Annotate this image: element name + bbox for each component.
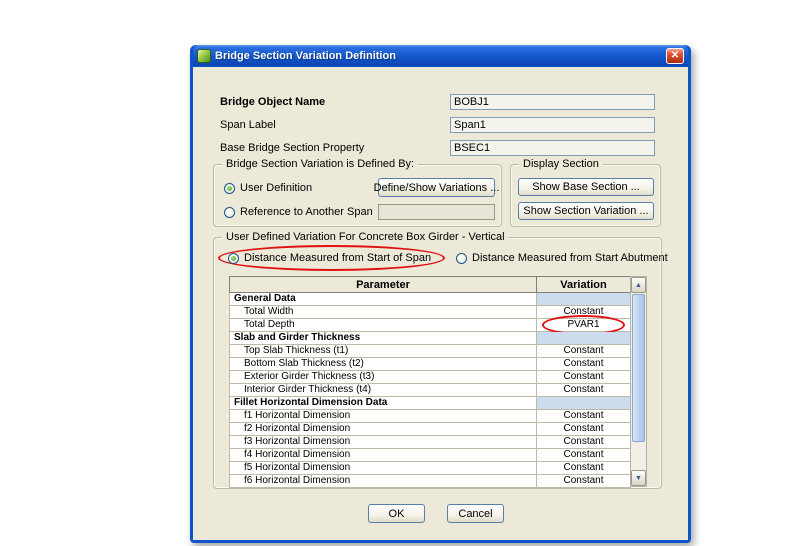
dialog-window: Bridge Section Variation Definition ✕ Br… bbox=[190, 45, 691, 543]
table-row[interactable]: f6 Horizontal Dimension Constant bbox=[229, 474, 631, 488]
reference-span-field[interactable] bbox=[378, 204, 495, 220]
cancel-button[interactable]: Cancel bbox=[447, 504, 504, 523]
variation-cell[interactable]: Constant bbox=[536, 409, 631, 423]
variation-table: Parameter Variation General Data Total Wi… bbox=[229, 276, 631, 488]
table-row[interactable]: f2 Horizontal Dimension Constant bbox=[229, 422, 631, 436]
parameter-column-header: Parameter bbox=[229, 276, 537, 293]
parameter-cell: f2 Horizontal Dimension bbox=[229, 422, 537, 436]
variation-cell[interactable]: Constant bbox=[536, 474, 631, 488]
group-user-defined-variation: User Defined Variation For Concrete Box … bbox=[213, 231, 668, 489]
parameter-cell: f3 Horizontal Dimension bbox=[229, 435, 537, 449]
radio-unchecked-icon bbox=[456, 252, 467, 264]
bridge-object-name-label: Bridge Object Name bbox=[220, 96, 326, 108]
group-display-section-title: Display Section bbox=[519, 158, 603, 170]
radio-unchecked-icon bbox=[224, 206, 235, 218]
variation-cell[interactable]: Constant bbox=[536, 305, 631, 319]
table-row[interactable]: Fillet Horizontal Dimension Data bbox=[229, 396, 631, 410]
table-row[interactable]: Interior Girder Thickness (t4) Constant bbox=[229, 383, 631, 397]
variation-cell[interactable]: Constant bbox=[536, 435, 631, 449]
variation-cell[interactable]: Constant bbox=[536, 383, 631, 397]
show-section-variation-button[interactable]: Show Section Variation ... bbox=[518, 202, 654, 220]
bridge-object-name-field[interactable]: BOBJ1 bbox=[450, 94, 655, 110]
parameter-cell: f1 Horizontal Dimension bbox=[229, 409, 537, 423]
parameter-cell: Bottom Slab Thickness (t2) bbox=[229, 357, 537, 371]
parameter-cell: Exterior Girder Thickness (t3) bbox=[229, 370, 537, 384]
radio-user-definition-label: User Definition bbox=[240, 182, 313, 194]
radio-distance-start-of-span[interactable]: Distance Measured from Start of Span bbox=[218, 245, 446, 271]
table-row[interactable]: f5 Horizontal Dimension Constant bbox=[229, 461, 631, 475]
app-icon bbox=[197, 49, 211, 63]
span-label-label: Span Label bbox=[220, 119, 276, 131]
field-row-span-label: Span Label Span1 bbox=[220, 117, 655, 133]
variation-cell[interactable] bbox=[536, 396, 631, 410]
radio-checked-icon bbox=[224, 182, 235, 194]
variation-column-header: Variation bbox=[536, 276, 631, 293]
table-row[interactable]: f1 Horizontal Dimension Constant bbox=[229, 409, 631, 423]
field-row-bridge-object-name: Bridge Object Name BOBJ1 bbox=[220, 94, 655, 110]
define-show-variations-button[interactable]: Define/Show Variations ... bbox=[374, 178, 499, 197]
table-header-row: Parameter Variation bbox=[229, 276, 631, 293]
variation-cell[interactable]: Constant bbox=[536, 357, 631, 371]
parameter-cell: Total Depth bbox=[229, 318, 537, 332]
scrollbar-up-icon[interactable]: ▲ bbox=[631, 277, 646, 293]
radio-start-abutment-label: Distance Measured from Start Abutment bbox=[472, 252, 668, 264]
scrollbar-track[interactable] bbox=[631, 443, 646, 470]
table-row[interactable]: Exterior Girder Thickness (t3) Constant bbox=[229, 370, 631, 384]
variation-cell[interactable]: Constant bbox=[536, 461, 631, 475]
radio-reference-label: Reference to Another Span bbox=[240, 206, 373, 218]
variation-table-body: General Data Total Width Constant Total Dep… bbox=[229, 292, 631, 488]
ok-button[interactable]: OK bbox=[368, 504, 425, 523]
base-bridge-section-property-label: Base Bridge Section Property bbox=[220, 142, 365, 154]
variation-cell[interactable] bbox=[536, 331, 631, 345]
window-title: Bridge Section Variation Definition bbox=[215, 50, 396, 62]
span-label-field[interactable]: Span1 bbox=[450, 117, 655, 133]
table-row[interactable]: Slab and Girder Thickness bbox=[229, 331, 631, 345]
variation-cell[interactable]: Constant bbox=[536, 422, 631, 436]
radio-checked-icon bbox=[228, 252, 239, 264]
parameter-cell: Interior Girder Thickness (t4) bbox=[229, 383, 537, 397]
parameter-cell: General Data bbox=[229, 292, 537, 306]
base-bridge-section-property-field[interactable]: BSEC1 bbox=[450, 140, 655, 156]
variation-cell[interactable]: PVAR1 bbox=[536, 315, 631, 335]
parameter-cell: f5 Horizontal Dimension bbox=[229, 461, 537, 475]
parameter-cell: Slab and Girder Thickness bbox=[229, 331, 537, 345]
variation-cell[interactable]: Constant bbox=[536, 370, 631, 384]
parameter-cell: Fillet Horizontal Dimension Data bbox=[229, 396, 537, 410]
table-row[interactable]: Total Width Constant bbox=[229, 305, 631, 319]
table-row[interactable]: f3 Horizontal Dimension Constant bbox=[229, 435, 631, 449]
show-base-section-button[interactable]: Show Base Section ... bbox=[518, 178, 654, 196]
parameter-cell: f4 Horizontal Dimension bbox=[229, 448, 537, 462]
table-row[interactable]: Bottom Slab Thickness (t2) Constant bbox=[229, 357, 631, 371]
group-defined-by: Bridge Section Variation is Defined By: … bbox=[213, 158, 502, 227]
table-row[interactable]: General Data bbox=[229, 292, 631, 306]
scrollbar-thumb[interactable] bbox=[632, 294, 645, 442]
field-row-base-section: Base Bridge Section Property BSEC1 bbox=[220, 140, 655, 156]
radio-user-definition[interactable]: User Definition bbox=[224, 182, 312, 194]
group-user-defined-variation-title: User Defined Variation For Concrete Box … bbox=[222, 231, 509, 243]
scrollbar-down-icon[interactable]: ▼ bbox=[631, 470, 646, 486]
parameter-cell: f6 Horizontal Dimension bbox=[229, 474, 537, 488]
close-button[interactable]: ✕ bbox=[666, 48, 684, 64]
group-defined-by-title: Bridge Section Variation is Defined By: bbox=[222, 158, 419, 170]
variation-cell[interactable]: Constant bbox=[536, 448, 631, 462]
variation-cell[interactable] bbox=[536, 292, 631, 306]
parameter-cell: Top Slab Thickness (t1) bbox=[229, 344, 537, 358]
radio-distance-start-abutment[interactable]: Distance Measured from Start Abutment bbox=[456, 252, 668, 264]
table-row[interactable]: Total Depth PVAR1 bbox=[229, 315, 631, 335]
dialog-content: Bridge Object Name BOBJ1 Span Label Span… bbox=[193, 67, 688, 540]
page-background: { "window": { "title": "Bridge Section V… bbox=[0, 0, 798, 546]
table-row[interactable]: f4 Horizontal Dimension Constant bbox=[229, 448, 631, 462]
parameter-cell: Total Width bbox=[229, 305, 537, 319]
titlebar[interactable]: Bridge Section Variation Definition ✕ bbox=[193, 45, 688, 67]
radio-reference-to-another-span[interactable]: Reference to Another Span bbox=[224, 206, 373, 218]
table-scrollbar[interactable]: ▲ ▼ bbox=[630, 276, 647, 487]
radio-start-of-span-label: Distance Measured from Start of Span bbox=[244, 252, 432, 264]
group-display-section: Display Section Show Base Section ... Sh… bbox=[510, 158, 661, 227]
table-row[interactable]: Top Slab Thickness (t1) Constant bbox=[229, 344, 631, 358]
variation-cell[interactable]: Constant bbox=[536, 344, 631, 358]
